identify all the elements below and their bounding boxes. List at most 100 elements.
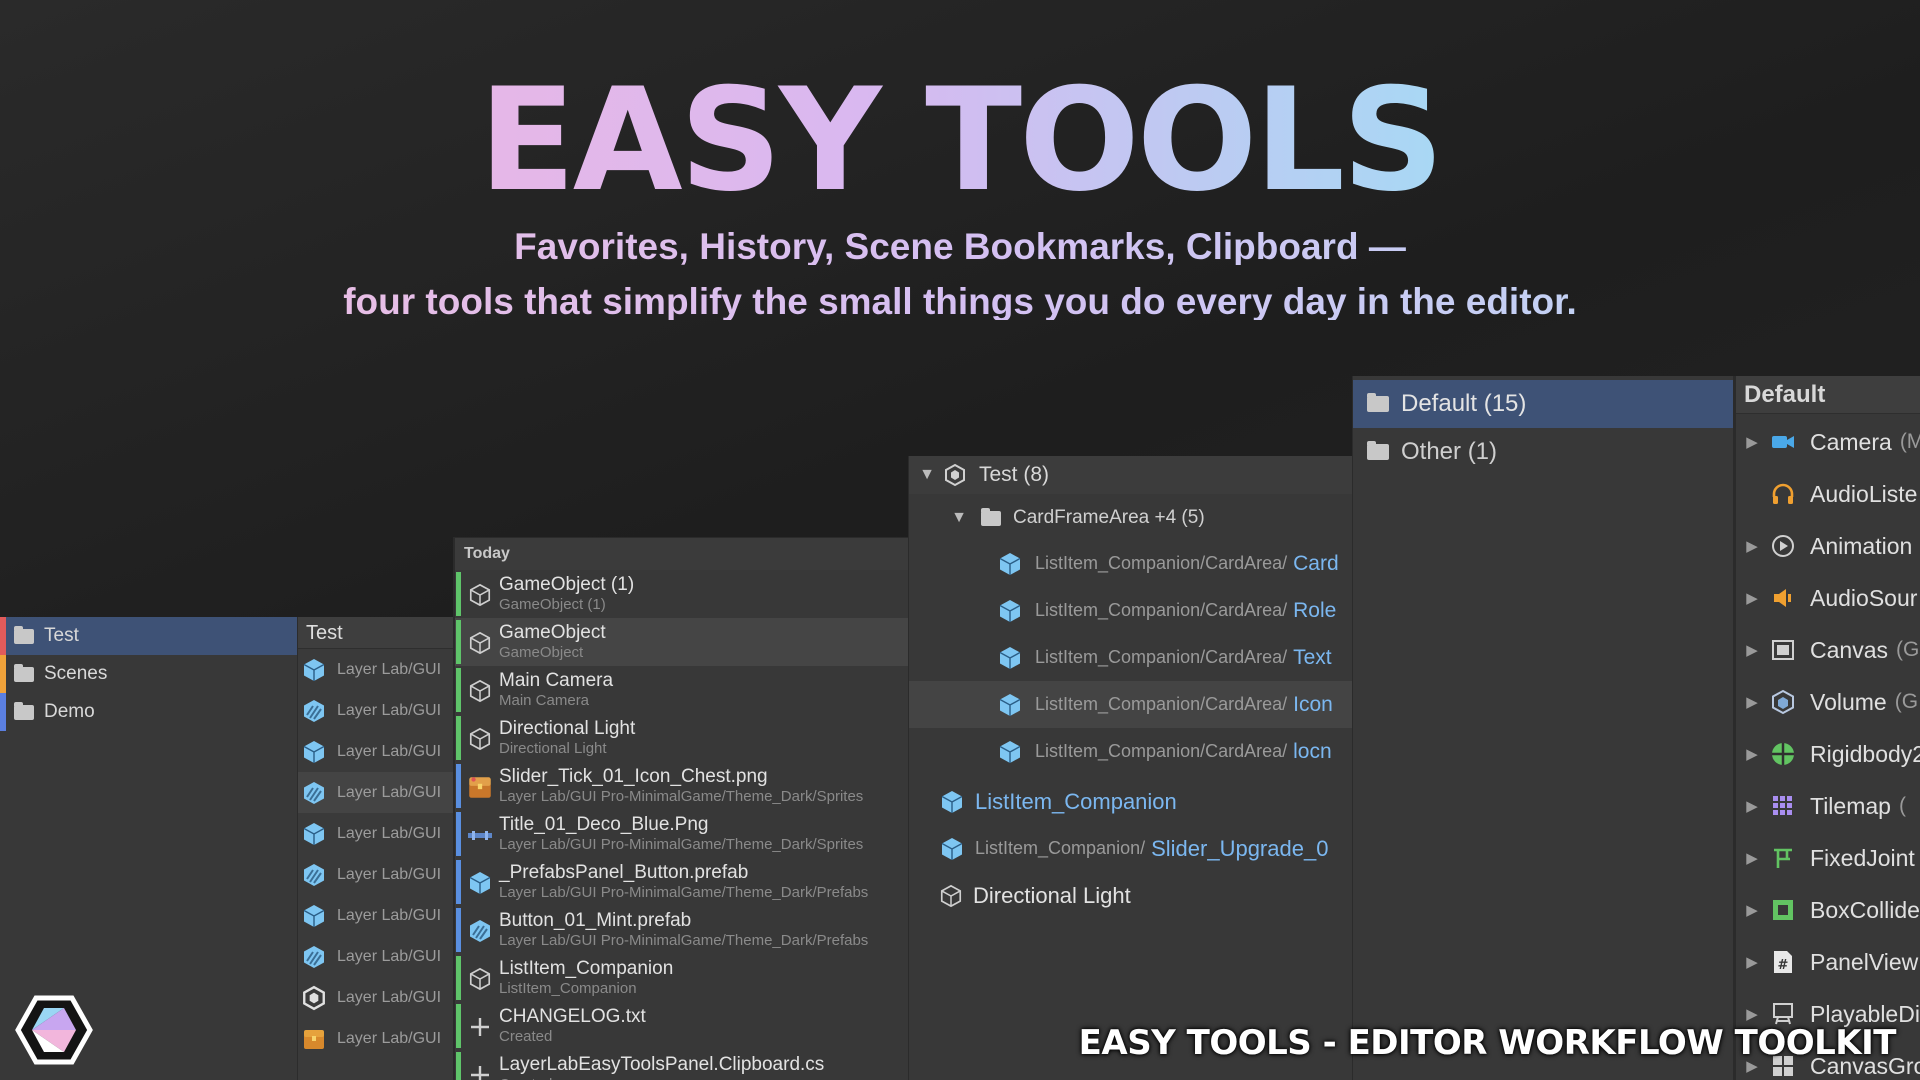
favorites-list-item[interactable]: Layer Lab/GUI: [298, 813, 453, 854]
history-item[interactable]: Main Camera Main Camera: [455, 666, 908, 714]
favorites-list-item[interactable]: Layer Lab/GUI: [298, 895, 453, 936]
clipboard-group-default[interactable]: Default (15): [1353, 380, 1733, 428]
component-row[interactable]: ▶ # PanelView: [1736, 936, 1920, 988]
history-item[interactable]: ListItem_Companion ListItem_Companion: [455, 954, 908, 1002]
expand-arrow-icon[interactable]: ▶: [1746, 849, 1758, 867]
canvas-icon: [1770, 637, 1796, 663]
history-item-color-bar: [456, 1052, 461, 1080]
bookmark-child-row[interactable]: ListItem_Companion/CardArea/Role: [909, 587, 1352, 634]
gameobject-icon: [939, 884, 963, 908]
expand-arrow-icon[interactable]: ▶: [1746, 641, 1758, 659]
history-item-path: Layer Lab/GUI Pro-MinimalGame/Theme_Dark…: [499, 788, 864, 805]
history-item[interactable]: Title_01_Deco_Blue.Png Layer Lab/GUI Pro-…: [455, 810, 908, 858]
favorites-group-test[interactable]: Test: [0, 617, 297, 655]
component-row[interactable]: ▶ Camera (M: [1736, 416, 1920, 468]
history-item[interactable]: GameObject GameObject: [455, 618, 908, 666]
bookmark-item-name: Slider_Upgrade_0: [1151, 835, 1329, 861]
favorites-list-item[interactable]: Layer Lab/GUI: [298, 772, 453, 813]
camera-icon: [1770, 429, 1796, 455]
tilemap-icon: [1770, 793, 1796, 819]
bookmark-item-row[interactable]: ListItem_Companion/Slider_Upgrade_0: [909, 825, 1352, 872]
clipboard-group-label: Other (1): [1401, 438, 1498, 465]
history-item[interactable]: LayerLabEasyToolsPanel.Clipboard.csCreat…: [455, 1050, 908, 1080]
component-label: Volume: [1810, 688, 1887, 715]
history-item-color-bar: [456, 764, 461, 808]
history-item[interactable]: GameObject (1) GameObject (1): [455, 570, 908, 618]
component-label: Animation: [1810, 532, 1913, 559]
component-label: BoxCollide: [1810, 896, 1920, 923]
prefab-icon: [301, 657, 327, 683]
history-header: Today: [455, 538, 908, 570]
history-item[interactable]: Directional Light Directional Light: [455, 714, 908, 762]
component-suffix: (G: [1895, 638, 1920, 661]
bookmark-item-row[interactable]: ListItem_Companion: [909, 778, 1352, 825]
expand-arrow-icon[interactable]: ▶: [1746, 433, 1758, 451]
expand-arrow-icon[interactable]: ▶: [1746, 537, 1758, 555]
favorites-group-scenes[interactable]: Scenes: [0, 655, 297, 693]
bookmark-child-row[interactable]: ListItem_Companion/CardArea/Icon: [909, 681, 1352, 728]
favorites-list-item[interactable]: Layer Lab/GUI: [298, 1018, 453, 1059]
group-label: Scenes: [44, 663, 108, 684]
hero-subtitle-line2: four tools that simplify the small thing…: [0, 283, 1920, 320]
component-row[interactable]: ▶ Canvas (G: [1736, 624, 1920, 676]
prefab-icon: [301, 780, 327, 806]
history-item[interactable]: Button_01_Mint.prefab Layer Lab/GUI Pro-M…: [455, 906, 908, 954]
chest-icon: [465, 772, 495, 802]
expand-arrow-icon[interactable]: ▶: [1746, 589, 1758, 607]
favorites-list-item[interactable]: Layer Lab/GUI: [298, 854, 453, 895]
history-item[interactable]: Slider_Tick_01_Icon_Chest.png Layer Lab/G…: [455, 762, 908, 810]
expand-arrow-icon[interactable]: ▶: [1746, 797, 1758, 815]
component-row[interactable]: ▶ Rigidbody2: [1736, 728, 1920, 780]
bookmark-item-path: ListItem_Companion/: [975, 838, 1146, 858]
expand-arrow-icon[interactable]: ▶: [1746, 953, 1758, 971]
favorites-list-item[interactable]: Layer Lab/GUI: [298, 977, 453, 1018]
component-row[interactable]: AudioListe: [1736, 468, 1920, 520]
history-item-color-bar: [456, 572, 461, 616]
favorites-group-demo[interactable]: Demo: [0, 693, 297, 731]
history-item-name: GameObject: [499, 622, 606, 643]
history-item-color-bar: [456, 956, 461, 1000]
bookmark-child-name: Card: [1293, 551, 1339, 575]
component-row[interactable]: ▶ Volume (G: [1736, 676, 1920, 728]
history-item-path: ListItem_Companion: [499, 980, 637, 997]
bookmark-root-row[interactable]: ▼ Test (8): [909, 456, 1352, 494]
favorites-list-header: Test: [298, 617, 453, 649]
gameobject-icon: [465, 628, 495, 658]
expand-arrow-icon[interactable]: ▶: [1746, 745, 1758, 763]
expand-arrow-icon[interactable]: ▼: [917, 466, 937, 484]
bookmark-group-row[interactable]: ▼ CardFrameArea +4 (5): [909, 496, 1352, 540]
expand-arrow-icon[interactable]: ▶: [1746, 693, 1758, 711]
favorites-list-item-path: Layer Lab/GUI: [337, 783, 442, 801]
history-item[interactable]: CHANGELOG.txt Created: [455, 1002, 908, 1050]
favorites-list-item[interactable]: Layer Lab/GUI: [298, 936, 453, 977]
favorites-list-item[interactable]: Layer Lab/GUI: [298, 690, 453, 731]
history-item[interactable]: _PrefabsPanel_Button.prefab Layer Lab/GUI…: [455, 858, 908, 906]
bookmark-item-row[interactable]: Directional Light: [909, 872, 1352, 919]
bookmarks-panel: ▼ Test (8) ▼ CardFrameArea +4 (5) ListIt…: [908, 456, 1352, 1080]
component-row[interactable]: ▶ AudioSour: [1736, 572, 1920, 624]
hero-subtitle-line1: Favorites, History, Scene Bookmarks, Cli…: [0, 228, 1920, 265]
bookmark-child-row[interactable]: ListItem_Companion/CardArea/locn: [909, 728, 1352, 775]
favorites-list-item[interactable]: Layer Lab/GUI: [298, 649, 453, 690]
component-row[interactable]: ▶ Animation: [1736, 520, 1920, 572]
history-panel: Today GameObject (1) GameObject (1) GameOb…: [453, 537, 908, 1080]
bookmark-child-row[interactable]: ListItem_Companion/CardArea/Text: [909, 634, 1352, 681]
favorites-list-item[interactable]: Layer Lab/GUI: [298, 731, 453, 772]
gameobject-icon: [465, 724, 495, 754]
component-row[interactable]: ▶ Tilemap (: [1736, 780, 1920, 832]
component-row[interactable]: ▶ FixedJoint: [1736, 832, 1920, 884]
expand-arrow-icon[interactable]: ▶: [1746, 901, 1758, 919]
favorites-list-item-path: Layer Lab/GUI: [337, 865, 442, 883]
history-item-path: Layer Lab/GUI Pro-MinimalGame/Theme_Dark…: [499, 932, 869, 949]
plus-icon: [465, 1012, 495, 1042]
group-label: Test: [44, 625, 79, 646]
expand-arrow-icon[interactable]: ▼: [949, 509, 969, 527]
animation-icon: [1770, 533, 1796, 559]
component-label: Camera: [1810, 428, 1892, 455]
expand-arrow-icon[interactable]: ▶: [1746, 1005, 1758, 1023]
history-item-color-bar: [456, 860, 461, 904]
component-row[interactable]: ▶ BoxCollide: [1736, 884, 1920, 936]
clipboard-group-other[interactable]: Other (1): [1353, 428, 1733, 476]
folder-icon: [14, 701, 34, 720]
bookmark-child-row[interactable]: ListItem_Companion/CardArea/Card: [909, 540, 1352, 587]
